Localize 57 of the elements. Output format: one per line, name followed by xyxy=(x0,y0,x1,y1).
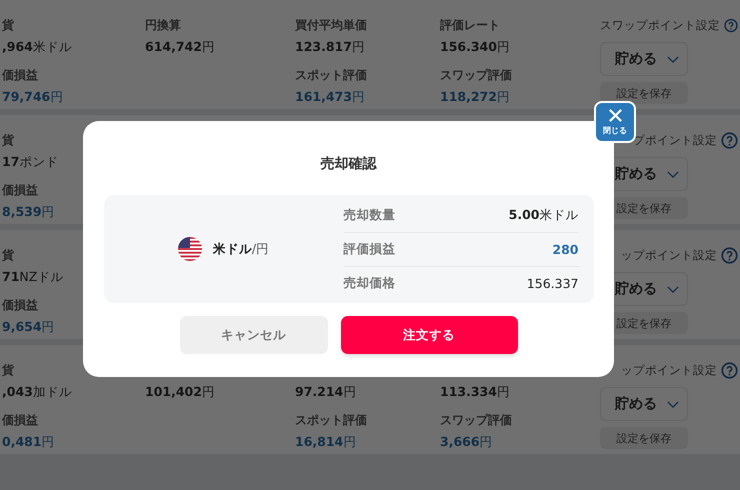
field-value: 113.334円 xyxy=(440,383,511,401)
help-icon[interactable] xyxy=(721,132,738,148)
field-label: 貨 xyxy=(2,132,15,149)
chevron-down-icon xyxy=(667,56,679,62)
swap-setting-label: ップポイント設定 xyxy=(621,362,717,378)
field-label: 価損益 xyxy=(2,412,39,429)
close-button[interactable]: 閉じる xyxy=(594,101,636,143)
swap-setting-label: ップポイント設定 xyxy=(621,248,717,262)
summary-label: 評価損益 xyxy=(344,240,396,258)
summary-value: 280 xyxy=(552,242,578,256)
field-label: 買付平均単価 xyxy=(295,17,368,34)
field-label: スポット評価 xyxy=(295,67,368,84)
field-label: 価損益 xyxy=(2,67,39,84)
field-label: スワップ評価 xyxy=(440,412,513,429)
field-value: 8,539円 xyxy=(2,203,56,221)
help-icon[interactable] xyxy=(721,246,738,264)
swap-setting-label: スワップポイント設定 xyxy=(600,18,720,32)
field-value: 161,473円 xyxy=(295,88,366,106)
summary-label: 売却価格 xyxy=(344,274,396,292)
currency-pair: 米ドル/円 xyxy=(212,240,270,258)
field-label: 評価レート xyxy=(440,17,501,34)
dialog-title: 売却確認 xyxy=(320,155,376,173)
field-label: 貨 xyxy=(2,17,15,34)
field-value: 79,746円 xyxy=(2,88,64,106)
chevron-down-icon xyxy=(667,286,679,292)
field-value: 156.340円 xyxy=(440,38,511,56)
field-label: 価損益 xyxy=(2,297,39,314)
chevron-down-icon xyxy=(667,170,679,178)
field-value: 71NZドル xyxy=(2,268,64,286)
field-label: 価損益 xyxy=(2,182,39,199)
field-value: 0,481円 xyxy=(2,433,56,451)
help-icon[interactable] xyxy=(724,16,738,34)
summary-value: 156.337 xyxy=(526,276,578,290)
field-label: スポット評価 xyxy=(295,412,368,429)
help-icon[interactable] xyxy=(721,362,738,378)
field-value: 123.817円 xyxy=(295,38,366,56)
field-label: 貨 xyxy=(2,362,15,379)
field-value: 97.214円 xyxy=(295,383,358,401)
field-value: ,043加ドル xyxy=(2,383,73,401)
field-value: 17ポンド xyxy=(2,153,60,171)
summary-label: 売却数量 xyxy=(344,206,396,224)
close-icon xyxy=(608,108,622,123)
field-value: 101,402円 xyxy=(145,383,216,401)
field-label: 貨 xyxy=(2,247,15,264)
field-value: ,964米ドル xyxy=(2,38,73,56)
field-label: 円換算 xyxy=(145,17,182,34)
order-button[interactable]: 注文する xyxy=(340,316,518,354)
field-label: スワップ評価 xyxy=(440,67,513,84)
flag-icon xyxy=(178,237,202,261)
field-value: 9,654円 xyxy=(2,318,56,336)
field-value: 3,666円 xyxy=(440,433,494,451)
cancel-button[interactable]: キャンセル xyxy=(180,316,328,354)
field-value: 16,814円 xyxy=(295,433,358,451)
chevron-down-icon xyxy=(667,400,679,408)
summary-value: 5.00米ドル xyxy=(508,206,578,224)
field-value: 118,272円 xyxy=(440,88,511,106)
field-value: 614,742円 xyxy=(145,38,216,56)
